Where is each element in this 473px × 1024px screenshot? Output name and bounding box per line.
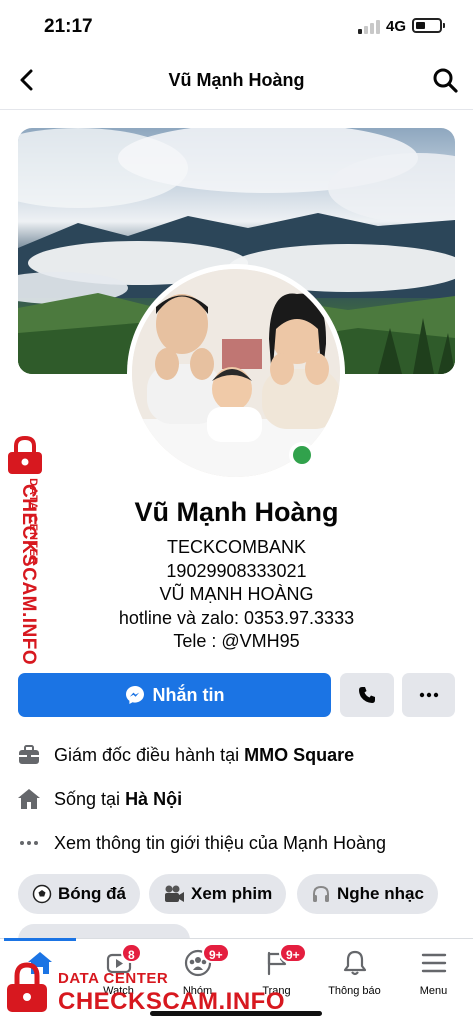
tab-label: Menu: [419, 985, 448, 997]
signal-icon: [358, 20, 380, 34]
search-button[interactable]: [431, 66, 459, 94]
home-icon: [16, 786, 42, 812]
home-prefix: Sống tại: [54, 788, 126, 809]
menu-icon: [421, 953, 446, 973]
briefcase-icon: [16, 742, 42, 768]
bio-line: hotline và zalo: 0353.97.3333: [118, 607, 355, 628]
film-camera-icon: [165, 885, 184, 902]
phone-icon: [359, 687, 375, 703]
tab-watch[interactable]: 8 Watch: [79, 939, 158, 1024]
work-place[interactable]: MMO Square: [244, 745, 354, 765]
message-button[interactable]: Nhắn tin: [18, 673, 331, 717]
bell-icon: [343, 950, 366, 976]
bio-line: VŨ MẠNH HOÀNG: [159, 584, 314, 604]
hobby-chip-music[interactable]: Nghe nhạc: [297, 874, 438, 914]
profile-bio: TECKCOMBANK 19029908333021 VŨ MẠNH HOÀNG…: [0, 536, 473, 654]
hobby-label: Nghe nhạc: [337, 884, 424, 903]
hobby-label: Xem phim: [191, 884, 273, 903]
network-type: 4G: [386, 18, 407, 35]
notification-badge: 9+: [279, 943, 307, 963]
about-link-label: Xem thông tin giới thiệu của Mạnh Hoàng: [54, 832, 387, 853]
notification-badge: 9+: [202, 943, 230, 963]
tab-label: Thông báo: [328, 985, 381, 997]
soccer-ball-icon: [32, 884, 52, 904]
hobby-chip-football[interactable]: Bóng đá: [18, 874, 140, 914]
tab-home[interactable]: tin: [0, 938, 79, 1024]
bio-line: TECKCOMBANK: [166, 537, 307, 557]
online-status-dot: [289, 442, 315, 468]
ellipsis-icon: [16, 830, 42, 856]
message-button-label: Nhắn tin: [152, 684, 225, 705]
location-detail: Sống tại Hà Nội: [16, 782, 456, 816]
status-time: 21:17: [44, 16, 93, 37]
work-detail: Giám đốc điều hành tại MMO Square: [16, 738, 456, 772]
work-prefix: Giám đốc điều hành tại: [54, 744, 245, 765]
ellipsis-icon: [419, 692, 438, 698]
bio-line: 19029908333021: [166, 560, 307, 581]
tab-label: Watch: [103, 985, 134, 997]
hobby-label: Bóng đá: [58, 884, 126, 903]
notification-badge: 8: [121, 943, 142, 963]
about-link[interactable]: Xem thông tin giới thiệu của Mạnh Hoàng: [16, 826, 456, 860]
messenger-icon: [125, 686, 144, 704]
headphones-icon: [313, 885, 329, 902]
home-place[interactable]: Hà Nội: [125, 789, 182, 809]
hobby-chip-movies[interactable]: Xem phim: [149, 874, 287, 914]
tab-label: tin: [33, 985, 46, 997]
profile-name: Vũ Mạnh Hoàng: [134, 497, 339, 527]
search-icon: [433, 68, 458, 93]
tab-label: Trang: [262, 985, 291, 997]
tab-menu[interactable]: Menu: [394, 939, 473, 1024]
home-indicator: [150, 1011, 322, 1016]
tab-label: Nhóm: [182, 985, 213, 997]
bio-line: Tele : @VMH95: [173, 631, 300, 651]
page-title: Vũ Mạnh Hoàng: [168, 70, 305, 90]
status-bar: 21:17 4G: [0, 0, 473, 52]
call-button[interactable]: [340, 673, 394, 717]
active-tab-indicator: [4, 938, 76, 941]
more-options-button[interactable]: [402, 673, 455, 717]
home-icon: [27, 952, 52, 974]
nav-bar: Vũ Mạnh Hoàng: [0, 52, 473, 110]
battery-icon: [412, 18, 445, 33]
lock-icon: [8, 436, 42, 474]
tab-notifications[interactable]: Thông báo: [315, 939, 394, 1024]
